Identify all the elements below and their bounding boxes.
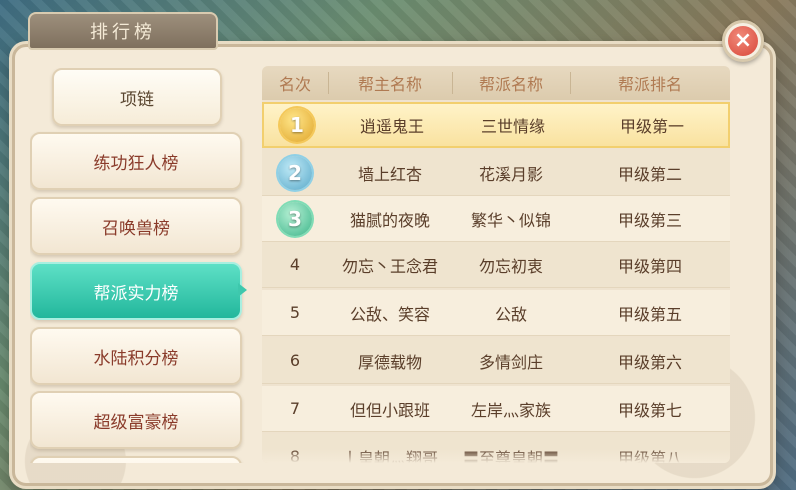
sidebar-item-partial[interactable] <box>30 456 242 463</box>
leader-name: 逍遥鬼王 <box>359 117 424 136</box>
sidebar-item-necklace[interactable]: 项链 <box>52 68 222 126</box>
sidebar-item-label: 练功狂人榜 <box>93 153 179 174</box>
table-row[interactable]: 6 厚德载物 多情剑庄 甲级第六 <box>262 338 730 384</box>
guild-name: 勿忘初衷 <box>478 256 543 276</box>
table-row[interactable]: 3 猫腻的夜晚 繁华丶似锦 甲级第三 <box>262 196 730 242</box>
rank-number: 7 <box>289 399 301 418</box>
guild-grade: 甲级第三 <box>617 210 682 230</box>
guild-grade: 甲级第七 <box>617 400 682 420</box>
leader-name: 勿忘丶王念君 <box>341 256 438 276</box>
close-icon[interactable]: × <box>728 26 758 56</box>
sidebar-item-label: 召唤兽榜 <box>102 218 170 239</box>
table-row[interactable]: 4 勿忘丶王念君 勿忘初衷 甲级第四 <box>262 242 730 288</box>
sidebar-item-training[interactable]: 练功狂人榜 <box>30 132 242 190</box>
active-arrow-icon <box>238 283 247 297</box>
sidebar-item-label: 帮派实力榜 <box>93 283 179 304</box>
table-row[interactable]: 7 但但小跟班 左岸灬家族 甲级第七 <box>262 386 730 432</box>
sidebar-item-guild-power[interactable]: 帮派实力榜 <box>30 262 242 320</box>
leader-name: 厚德载物 <box>357 352 422 372</box>
guild-name: 花溪月影 <box>478 164 543 184</box>
rank-number: 4 <box>289 255 301 274</box>
guild-grade: 甲级第一 <box>619 117 684 136</box>
table-row[interactable]: 5 公敌、笑容 公敌 甲级第五 <box>262 290 730 336</box>
category-sidebar: 项链 练功狂人榜 召唤兽榜 帮派实力榜 水陆积分榜 超级富豪榜 <box>30 68 245 463</box>
table-row[interactable]: 1 逍遥鬼王 三世情缘 甲级第一 <box>262 102 730 148</box>
header-leader: 帮主名称 <box>357 75 422 94</box>
sidebar-item-label: 水陆积分榜 <box>93 348 179 369</box>
sidebar-item-tycoon[interactable]: 超级富豪榜 <box>30 391 242 449</box>
guild-grade: 甲级第四 <box>617 256 682 276</box>
leader-name: 但但小跟班 <box>349 400 430 420</box>
gold-medal-icon: 1 <box>280 108 314 142</box>
guild-name: 繁华丶似锦 <box>470 210 551 230</box>
guild-name: 公敌 <box>494 304 527 324</box>
guild-grade: 甲级第五 <box>617 304 682 324</box>
table-row[interactable]: 2 墙上红杏 花溪月影 甲级第二 <box>262 150 730 196</box>
sidebar-item-label: 超级富豪榜 <box>93 412 179 433</box>
sidebar-item-summon-beast[interactable]: 召唤兽榜 <box>30 197 242 255</box>
guild-grade: 甲级第二 <box>617 164 682 184</box>
silver-medal-icon: 2 <box>278 155 312 190</box>
sidebar-item-water-land[interactable]: 水陆积分榜 <box>30 327 242 385</box>
table-header: 名次 帮主名称 帮派名称 帮派排名 <box>262 66 730 100</box>
window-title: 排行榜 <box>28 12 218 50</box>
leader-name: 公敌、笑容 <box>349 304 430 324</box>
header-grade: 帮派排名 <box>617 75 682 94</box>
leader-name: 猫腻的夜晚 <box>349 210 430 230</box>
rank-number: 6 <box>289 351 301 370</box>
scroll-fade <box>262 449 730 463</box>
close-button[interactable]: × <box>722 20 764 62</box>
leader-name: 墙上红杏 <box>357 164 422 184</box>
guild-name: 左岸灬家族 <box>470 400 551 420</box>
rank-number: 5 <box>289 303 301 322</box>
guild-name: 三世情缘 <box>480 117 545 136</box>
ranking-table: 名次 帮主名称 帮派名称 帮派排名 1 逍遥鬼王 三世情缘 甲级第一 2 墙上红… <box>262 66 730 463</box>
header-rank: 名次 <box>278 75 311 94</box>
bronze-medal-icon: 3 <box>278 201 312 236</box>
header-guild: 帮派名称 <box>478 75 543 94</box>
sidebar-item-label: 项链 <box>120 89 154 110</box>
guild-name: 多情剑庄 <box>478 352 543 372</box>
guild-grade: 甲级第六 <box>617 352 682 372</box>
